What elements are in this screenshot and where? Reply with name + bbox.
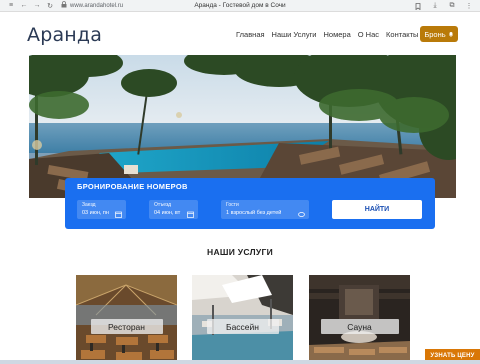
book-button-label: Бронь (424, 29, 446, 39)
book-button[interactable]: Бронь (420, 26, 458, 42)
nav-item-about[interactable]: О Нас (358, 30, 379, 39)
checkout-field[interactable]: Отъезд 04 июн, вт (149, 200, 198, 219)
main-nav: Главная Наши Услуги Номера О Нас Контакт… (236, 30, 418, 39)
service-card-label: Ресторан (90, 319, 163, 334)
services-heading: НАШИ УСЛУГИ (207, 247, 273, 257)
calendar-icon (115, 205, 122, 218)
nav-item-contacts[interactable]: Контакты (386, 30, 418, 39)
bookmark-icon[interactable] (413, 1, 423, 11)
guests-icon (298, 205, 305, 217)
site-logo[interactable]: Аранда (27, 24, 102, 46)
extensions-icon[interactable]: ⧉ (447, 1, 457, 11)
guests-value: 1 взрослый без детей (226, 210, 282, 216)
download-icon[interactable]: ⤓ (430, 1, 440, 11)
nav-item-rooms[interactable]: Номера (324, 30, 351, 39)
service-card-sauna[interactable]: Сауна (309, 275, 410, 364)
guests-field[interactable]: Гости 1 взрослый без детей (221, 200, 309, 219)
checkin-field[interactable]: Заезд 03 июн, пн (77, 200, 126, 219)
service-card-label: Бассейн (206, 319, 279, 334)
checkin-value: 03 июн, пн (82, 210, 109, 216)
checkout-value: 04 июн, вт (154, 210, 181, 216)
service-card-pool[interactable]: Бассейн (192, 275, 293, 364)
booking-title: БРОНИРОВАНИЕ НОМЕРОВ (77, 182, 188, 191)
nav-item-home[interactable]: Главная (236, 30, 265, 39)
hero-image (29, 55, 456, 198)
guests-label: Гости (226, 202, 239, 208)
more-icon[interactable]: ⋮ (464, 1, 474, 11)
service-card-restaurant[interactable]: Ресторан (76, 275, 177, 364)
booking-panel: БРОНИРОВАНИЕ НОМЕРОВ Заезд 03 июн, пн От… (65, 178, 435, 229)
bell-icon (448, 30, 454, 39)
checkin-label: Заезд (82, 202, 96, 208)
search-button[interactable]: НАЙТИ (332, 200, 422, 219)
calendar-icon (187, 205, 194, 218)
bottom-strip (0, 360, 480, 364)
browser-toolbar: ≡ ← → ↻ www.arandahotel.ru Аранда - Гост… (0, 0, 480, 12)
tab-title: Аранда - Гостевой дом в Сочи (194, 2, 286, 9)
site-header: Аранда Главная Наши Услуги Номера О Нас … (0, 13, 480, 55)
service-card-label: Сауна (320, 319, 399, 334)
nav-item-services[interactable]: Наши Услуги (272, 30, 317, 39)
checkout-label: Отъезд (154, 202, 172, 208)
